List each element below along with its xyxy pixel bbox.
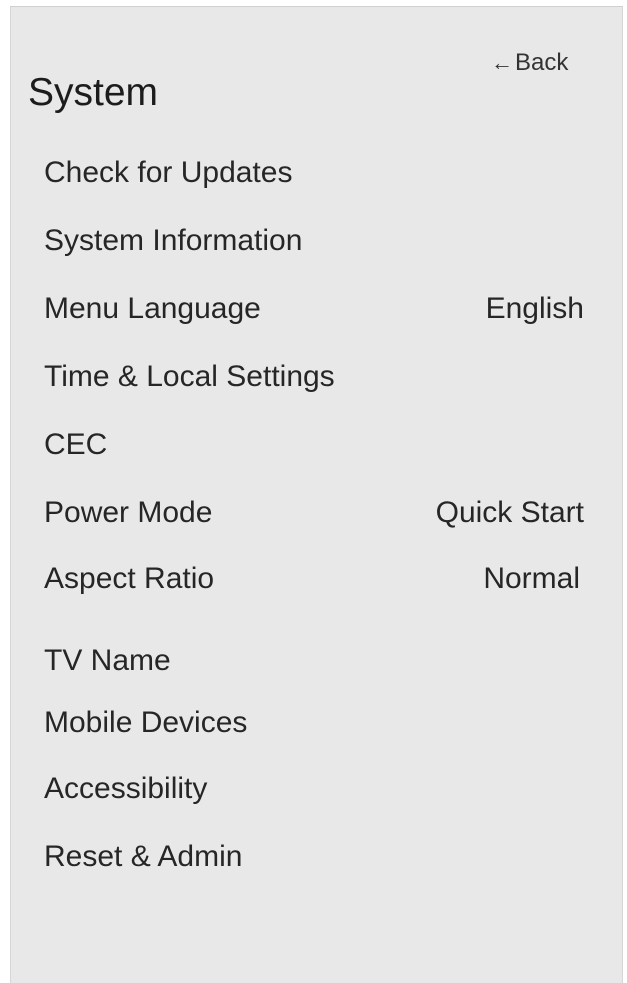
menu-item-menu-language[interactable]: Menu Language English [44, 287, 584, 331]
menu-item-label: Aspect Ratio [44, 562, 215, 595]
back-label: Back [515, 49, 569, 76]
menu-item-label: Menu Language [44, 292, 261, 325]
menu-item-label: TV Name [44, 644, 171, 677]
menu-item-accessibility[interactable]: Accessibility [44, 767, 584, 811]
menu-item-label: CEC [44, 428, 108, 461]
menu-item-reset-admin[interactable]: Reset & Admin [44, 835, 584, 879]
menu-item-system-information[interactable]: System Information [44, 219, 584, 263]
back-arrow-icon: ← [491, 50, 513, 75]
menu-item-value: English [485, 292, 584, 325]
menu-item-time-local-settings[interactable]: Time & Local Settings [44, 355, 584, 399]
menu-item-label: Check for Updates [44, 156, 293, 189]
menu-item-label: Accessibility [44, 772, 208, 805]
menu-item-label: System Information [44, 224, 303, 257]
menu-item-label: Power Mode [44, 496, 213, 529]
settings-panel: ← Back System Check for Updates System I… [10, 6, 623, 983]
menu-item-tv-name[interactable]: TV Name [44, 639, 584, 683]
back-button[interactable]: ← Back [491, 49, 568, 77]
menu-item-power-mode[interactable]: Power Mode Quick Start [44, 491, 584, 535]
menu-item-value: Quick Start [435, 496, 584, 529]
menu-item-mobile-devices[interactable]: Mobile Devices [44, 701, 584, 745]
menu-item-label: Mobile Devices [44, 706, 248, 739]
menu-item-aspect-ratio[interactable]: Aspect Ratio Normal [44, 557, 580, 601]
menu-item-value: Normal [483, 562, 580, 595]
menu-item-cec[interactable]: CEC [44, 423, 584, 467]
menu-item-label: Time & Local Settings [44, 360, 335, 393]
menu-item-check-for-updates[interactable]: Check for Updates [44, 151, 584, 195]
page-title: System [28, 71, 159, 114]
menu-item-label: Reset & Admin [44, 840, 243, 873]
